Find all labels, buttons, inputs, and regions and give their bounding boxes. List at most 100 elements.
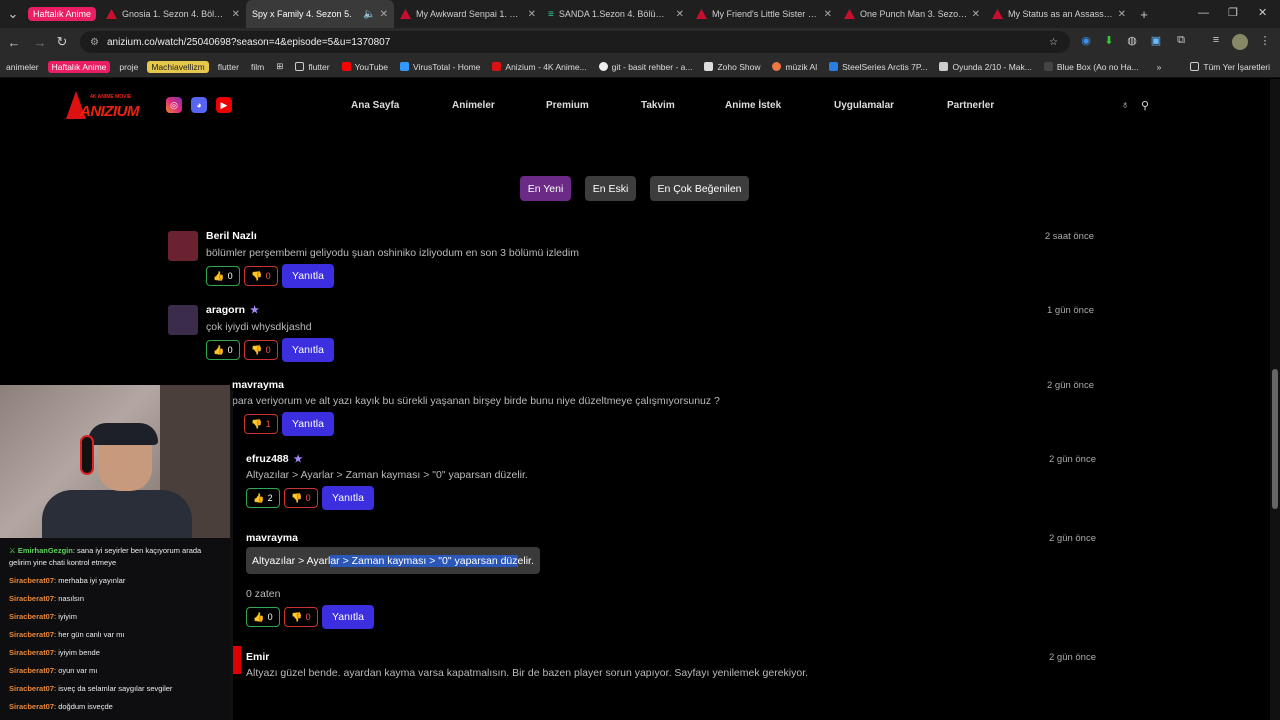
comment-author[interactable]: efruz488 ★ [246,453,303,465]
translate-icon[interactable]: ▣ [1148,34,1164,50]
star-badge-icon: ★ [293,454,303,465]
like-button[interactable]: 👍 2 [246,488,280,508]
sort-newest-button[interactable]: En Yeni [520,176,571,201]
tab-1[interactable]: Spy x Family 4. Sezon 5. 🔈 ✕ [246,0,395,28]
all-bookmarks-folder[interactable]: Tüm Yer İşaretleri [1184,62,1276,72]
tab-search-icon[interactable]: ⌄ [0,6,26,22]
reload-icon[interactable]: ↻ [50,34,74,50]
nav-premium[interactable]: Premium [546,100,589,111]
reply-button[interactable]: Yanıtla [322,486,374,510]
tab-3[interactable]: ≡ SANDA 1.Sezon 4. Bölüm İz ✕ [542,0,690,28]
tab-group-label[interactable]: Haftalık Anime [28,7,97,21]
close-window-icon[interactable]: ✕ [1258,6,1267,19]
youtube-icon[interactable]: ▶ [216,97,232,113]
dislike-button[interactable]: 👎 0 [244,266,278,286]
bookmark-item[interactable]: flutter [212,62,245,72]
nav-partnerler[interactable]: Partnerler [947,100,994,111]
notification-icon[interactable]: ♁ [1121,99,1129,111]
discord-icon[interactable]: ◕ [191,97,207,113]
nav-takvim[interactable]: Takvim [641,100,675,111]
download-icon[interactable]: ⬇ [1101,34,1117,50]
tab-0[interactable]: Gnosia 1. Sezon 4. Bölüm İz ✕ [100,0,246,28]
tab-5[interactable]: One Punch Man 3. Sezon 4. ✕ [838,0,986,28]
reply-button[interactable]: Yanıtla [322,605,374,629]
bookmark-folder[interactable]: flutter [289,62,335,72]
extensions-puzzle-icon[interactable]: ⧉ [1173,34,1189,50]
nav-ana-sayfa[interactable]: Ana Sayfa [351,100,399,111]
comment-text: 0 zaten [246,588,281,600]
reply-button[interactable]: Yanıtla [282,338,334,362]
reply-button[interactable]: Yanıtla [282,264,334,288]
steelseries-icon [829,62,839,71]
dislike-button[interactable]: 👎 0 [284,488,318,508]
close-tab-icon[interactable]: ✕ [528,9,536,20]
bookmark-item[interactable]: YouTube [336,62,394,72]
reply-button[interactable]: Yanıtla [282,412,334,436]
bookmark-item[interactable]: proje [113,62,144,72]
comment-author[interactable]: mavrayma [246,532,298,544]
bookmark-item[interactable]: Blue Box (Ao no Ha... [1038,62,1145,72]
close-tab-icon[interactable]: ✕ [824,9,832,20]
scrollbar-thumb[interactable] [1272,369,1278,509]
bookmark-item[interactable]: SteelSeries Arctis 7P... [823,62,933,72]
instagram-icon[interactable]: ◎ [166,97,182,113]
nav-uygulamalar[interactable]: Uygulamalar [834,100,894,111]
bookmark-item[interactable]: Anizium - 4K Anime... [486,62,592,72]
extension-icon[interactable]: ◍ [1124,34,1140,50]
like-button[interactable]: 👍 0 [206,266,240,286]
search-icon[interactable]: ⚲ [1141,99,1149,112]
maximize-icon[interactable]: ❐ [1228,6,1238,19]
comment-author[interactable]: Beril Nazlı [206,230,257,242]
user-avatar[interactable] [1166,91,1194,119]
nav-animeler[interactable]: Animeler [452,100,495,111]
back-icon[interactable]: ← [2,35,26,50]
tab-2[interactable]: My Awkward Senpai 1. Sezo ✕ [394,0,542,28]
thumbs-up-icon: 👍 [253,492,265,503]
close-tab-icon[interactable]: ✕ [676,9,684,20]
media-icon[interactable]: ≡ [1208,34,1224,50]
sort-oldest-button[interactable]: En Eski [585,176,636,201]
minimize-icon[interactable]: — [1198,7,1209,19]
dislike-button[interactable]: 👎 0 [284,607,318,627]
bookmark-item[interactable]: film [245,62,270,72]
bookmark-star-icon[interactable]: ☆ [1049,37,1058,48]
new-tab-icon[interactable]: + [1132,7,1156,22]
bookmark-item[interactable]: VirusTotal - Home [394,62,486,72]
bookmark-item[interactable]: Zoho Show [698,62,766,72]
comment-author[interactable]: aragorn ★ [206,304,259,316]
tab-4[interactable]: My Friend's Little Sister Ha: ✕ [690,0,838,28]
bookmark-item[interactable]: müzik Al [766,62,823,72]
nav-anime-istek[interactable]: Anime İstek [725,100,781,111]
mute-icon[interactable]: 🔈 [363,9,375,20]
bookmark-item[interactable]: Machiavellizm [147,60,209,73]
site-logo[interactable]: 4K ANIME MOVIE ANIZIUM [66,91,146,121]
bookmark-item[interactable]: git - basit rehber - a... [593,62,699,72]
page-scrollbar[interactable] [1270,79,1280,720]
bookmark-item[interactable]: Oyunda 2/10 - Mak... [933,62,1037,72]
close-tab-icon[interactable]: ✕ [380,9,388,20]
bookmark-item[interactable]: Haftalık Anime [47,60,111,73]
headphones-icon [80,435,94,475]
close-tab-icon[interactable]: ✕ [232,9,240,20]
like-button[interactable]: 👍 0 [206,340,240,360]
chat-message: Siracberat07: doğdum isveçde [9,702,113,711]
sort-most-liked-button[interactable]: En Çok Beğenilen [650,176,749,201]
url-field[interactable]: ⚙ anizium.co/watch/25040698?season=4&epi… [80,31,1070,53]
comment-author[interactable]: mavrayma [232,379,284,391]
forward-icon[interactable]: → [28,35,52,50]
more-bookmarks-icon[interactable]: » [1151,62,1168,72]
dislike-button[interactable]: 👎 0 [244,340,278,360]
extension-icon[interactable]: ◉ [1078,34,1094,50]
address-toolbar: ← → ↻ ⚙ anizium.co/watch/25040698?season… [0,28,1280,56]
like-button[interactable]: 👍 0 [246,607,280,627]
bookmark-item[interactable]: animeler [0,62,45,72]
comment-author[interactable]: Emir [246,651,269,663]
profile-icon[interactable] [1232,34,1248,50]
apps-grid-icon[interactable]: ⊞ [270,61,289,72]
close-tab-icon[interactable]: ✕ [972,9,980,20]
tab-6[interactable]: My Status as an Assassin Ob ✕ [986,0,1132,28]
site-info-icon[interactable]: ⚙ [90,37,99,48]
dislike-button[interactable]: 👎 1 [244,414,278,434]
menu-icon[interactable]: ⋮ [1257,34,1273,50]
close-tab-icon[interactable]: ✕ [1118,9,1126,20]
